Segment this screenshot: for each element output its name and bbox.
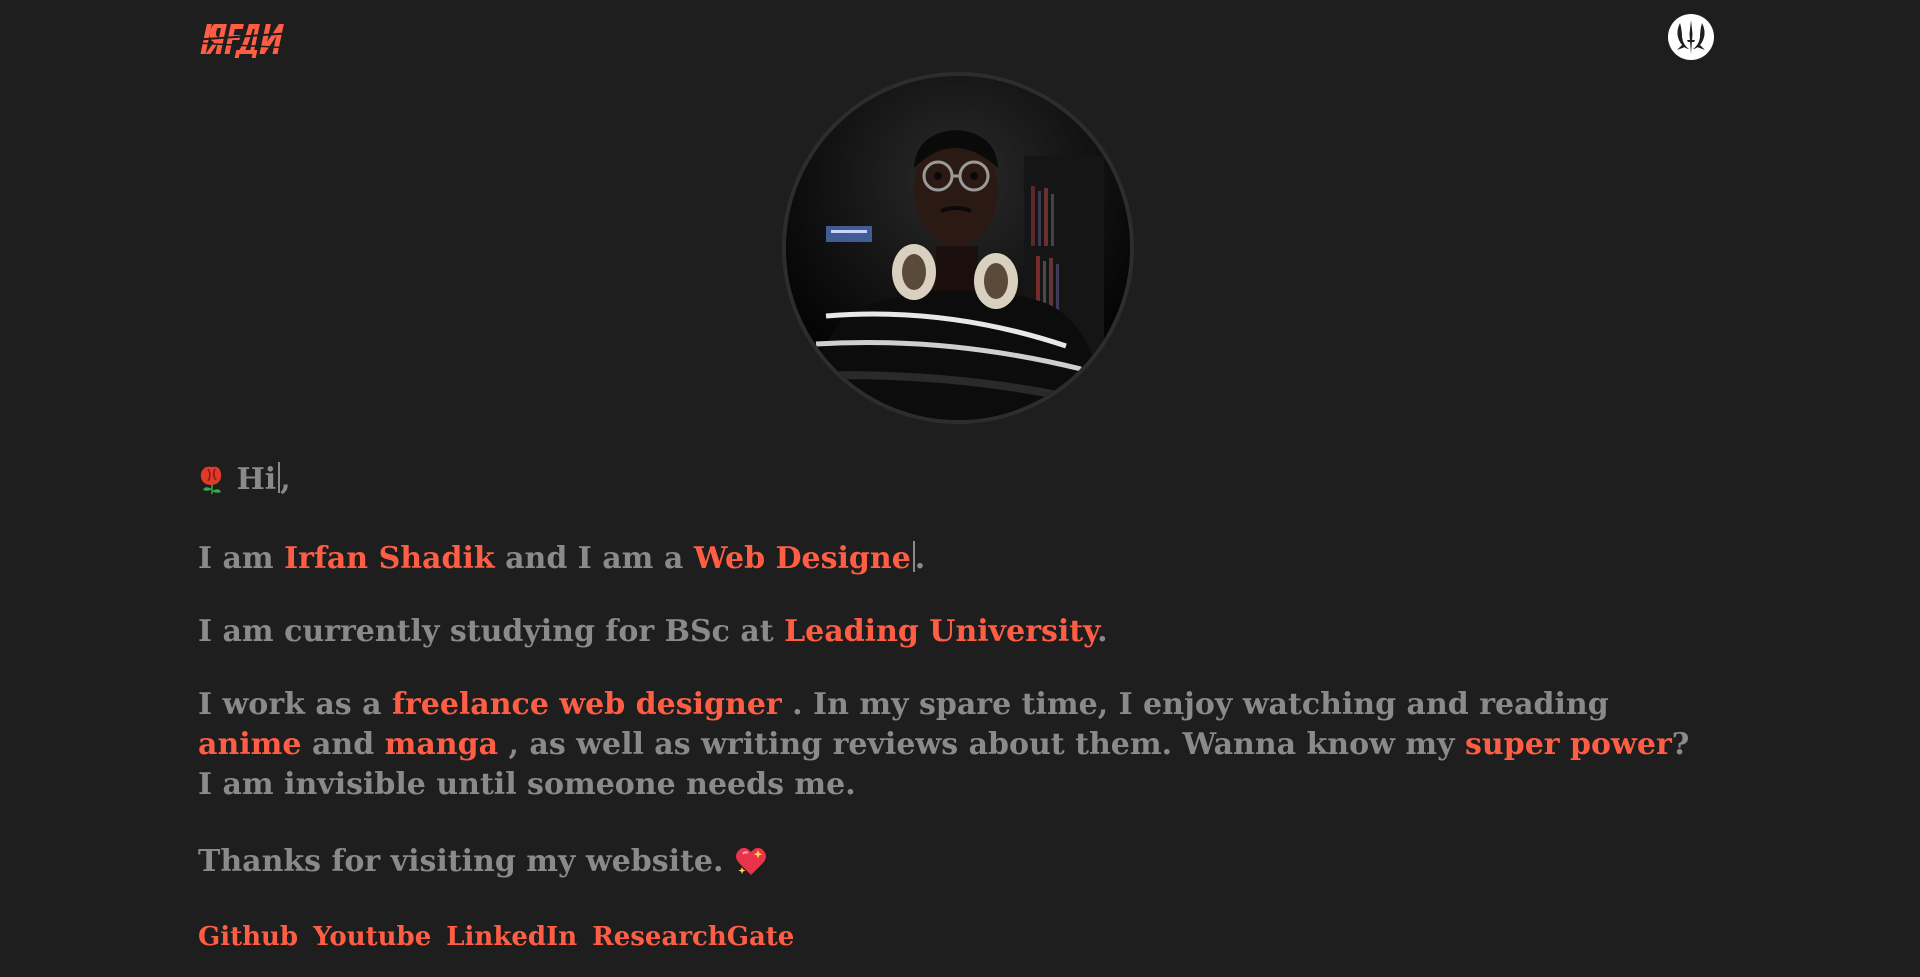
sparkling-heart-icon	[734, 845, 768, 888]
intro-middle: and I am a	[505, 541, 684, 576]
work-and: and	[311, 727, 375, 762]
work-paragraph: I work as a freelance web designer . In …	[198, 685, 1698, 805]
youtube-link[interactable]: Youtube	[313, 922, 431, 952]
university-link[interactable]: Leading University	[784, 614, 1097, 649]
anime-highlight: anime	[198, 727, 302, 762]
intro-line: I am Irfan Shadik and I am a Web Designe…	[198, 539, 1698, 579]
thanks-text: Thanks for visiting my website.	[198, 844, 724, 879]
intro-prefix: I am	[198, 541, 274, 576]
work-middle: . In my spare time, I enjoy watching and…	[792, 687, 1609, 722]
intro-suffix: .	[914, 541, 926, 576]
github-link[interactable]: Github	[198, 922, 298, 952]
jedi-order-icon	[1668, 14, 1714, 60]
site-logo[interactable]	[199, 14, 299, 64]
profile-avatar	[782, 72, 1134, 424]
rose-icon	[198, 463, 226, 506]
study-prefix: I am currently studying for BSc at	[198, 614, 774, 649]
profile-photo	[786, 76, 1130, 420]
job-highlight: freelance web designer	[392, 687, 782, 722]
intro-content: Hi, I am Irfan Shadik and I am a Web Des…	[198, 460, 1698, 952]
super-power-highlight: super power	[1465, 727, 1672, 762]
study-suffix: .	[1097, 614, 1108, 649]
role-typed-text: Web Designe	[693, 541, 911, 576]
thanks-line: Thanks for visiting my website.	[198, 842, 1698, 888]
theme-toggle-button[interactable]	[1668, 14, 1714, 60]
researchgate-link[interactable]: ResearchGate	[592, 922, 794, 952]
greeting-text: Hi	[236, 462, 277, 497]
social-links: Github Youtube LinkedIn ResearchGate	[198, 922, 1698, 952]
manga-highlight: manga	[384, 727, 499, 762]
greeting-suffix: ,	[280, 462, 291, 497]
greeting-line: Hi,	[198, 460, 1698, 506]
work-prefix: I work as a	[198, 687, 382, 722]
study-line: I am currently studying for BSc at Leadi…	[198, 612, 1698, 652]
name-highlight: Irfan Shadik	[284, 541, 495, 576]
linkedin-link[interactable]: LinkedIn	[446, 922, 577, 952]
work-middle2: , as well as writing reviews about them.…	[508, 727, 1455, 762]
